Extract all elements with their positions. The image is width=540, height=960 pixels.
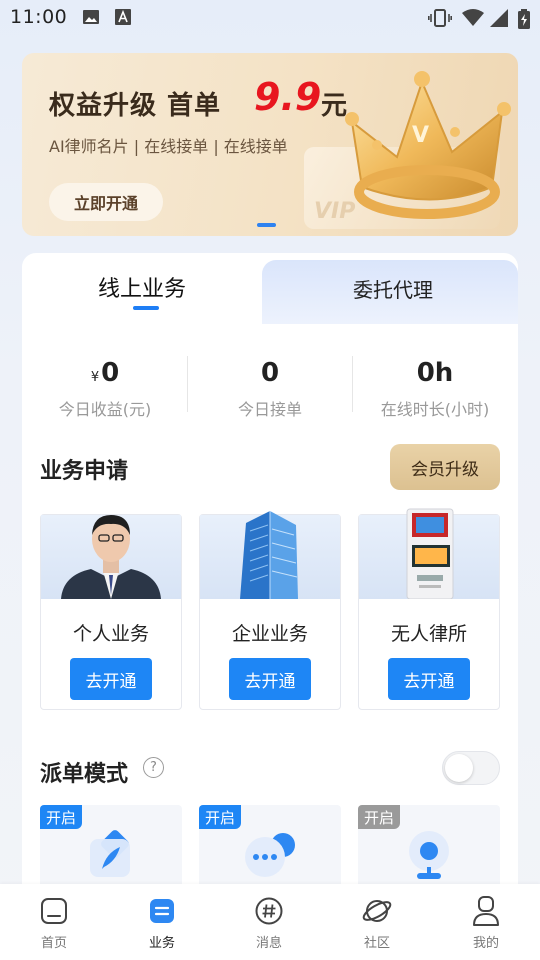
currency-symbol: ¥ [90, 370, 100, 385]
carousel-indicator [257, 223, 276, 227]
stat-label: 今日收益(元) [58, 400, 152, 419]
dispatch-section-title: 派单模式 [40, 762, 129, 787]
stat-orders: 0 今日接单 [187, 358, 353, 420]
stat-value: 0h [416, 358, 454, 388]
vibrate-icon [428, 9, 452, 31]
service-card-unmanned-firm[interactable]: 无人律所 去开通 [358, 508, 500, 710]
dispatch-mode-card[interactable]: 开启 [358, 805, 500, 895]
activate-unmanned-button[interactable]: 去开通 [388, 658, 470, 700]
stat-value: 0 [101, 358, 120, 388]
nav-label: 消息 [255, 936, 282, 951]
business-icon [122, 894, 202, 928]
nav-item-business[interactable]: 业务 [122, 894, 202, 951]
vip-upgrade-button[interactable]: 会员升级 [390, 444, 500, 490]
community-icon [337, 894, 417, 928]
profile-icon [446, 894, 526, 928]
service-card-personal[interactable]: 个人业务 去开通 [40, 514, 182, 710]
stat-online-time: 0h 在线时长(小时) [352, 358, 518, 420]
banner-price-unit: 元 [321, 91, 348, 121]
chat-bubble-icon [245, 833, 295, 877]
nav-label: 我的 [472, 936, 499, 951]
svg-text:V: V [412, 123, 429, 148]
mode-status-tag: 开启 [40, 805, 82, 829]
promo-banner[interactable]: VIP V 权益升级 首单 9.9 元 AI律师名片 | 在线接单 | 在线接单… [22, 53, 518, 236]
font-icon [115, 9, 131, 29]
stat-label: 在线时长(小时) [380, 400, 490, 419]
tab-delegation-label[interactable]: 委托代理 [353, 274, 433, 303]
activate-enterprise-button[interactable]: 去开通 [229, 658, 311, 700]
crown-icon: V [342, 67, 518, 236]
nav-label: 首页 [40, 936, 67, 951]
activate-now-button[interactable]: 立即开通 [49, 183, 163, 221]
dispatch-mode-toggle[interactable] [442, 751, 500, 785]
mode-status-tag: 开启 [358, 805, 400, 829]
banner-price: 9.9 [254, 75, 322, 119]
status-time: 11:00 [10, 6, 68, 28]
nav-label: 社区 [363, 936, 390, 951]
status-bar: 11:00 [0, 0, 540, 36]
lawyer-portrait-image [41, 515, 181, 599]
service-card-enterprise[interactable]: 企业业务 去开通 [199, 511, 341, 710]
nav-item-messages[interactable]: 消息 [229, 894, 309, 951]
banner-subtitle: AI律师名片 | 在线接单 | 在线接单 [49, 137, 288, 156]
building-image [200, 511, 340, 599]
wifi-icon [462, 9, 484, 31]
webcam-icon [409, 831, 449, 879]
activate-personal-button[interactable]: 去开通 [70, 658, 152, 700]
mode-status-tag: 开启 [199, 805, 241, 829]
stat-value: 0 [260, 358, 280, 388]
service-name: 无人律所 [390, 623, 467, 645]
kiosk-image [359, 508, 499, 599]
dispatch-mode-card[interactable]: 开启 [40, 805, 182, 895]
battery-icon [518, 9, 530, 33]
tab-active-indicator [133, 306, 159, 310]
signal-icon [490, 9, 508, 31]
stat-income: ¥0 今日收益(元) [22, 358, 188, 420]
banner-title: 权益升级 首单 [49, 91, 222, 121]
nav-item-profile[interactable]: 我的 [446, 894, 526, 951]
bottom-navigation: 首页 业务 消息 社区 我的 [0, 884, 540, 960]
message-icon [229, 894, 309, 928]
business-section-title: 业务申请 [40, 459, 129, 484]
main-card: 线上业务 委托代理 ¥0 今日收益(元) 0 今日接单 0h 在线时长(小时) … [22, 253, 518, 953]
tab-online-business[interactable]: 线上业务 [98, 271, 186, 303]
service-name: 个人业务 [72, 623, 149, 645]
home-icon [14, 894, 94, 928]
toggle-knob [445, 754, 473, 782]
help-icon[interactable]: ? [143, 757, 164, 778]
dispatch-mode-card[interactable]: 开启 [199, 805, 341, 895]
quill-icon [90, 830, 130, 877]
nav-item-community[interactable]: 社区 [337, 894, 417, 951]
service-name: 企业业务 [231, 623, 308, 645]
stat-label: 今日接单 [237, 400, 302, 419]
gallery-icon [82, 9, 100, 29]
nav-item-home[interactable]: 首页 [14, 894, 94, 951]
nav-label: 业务 [148, 936, 175, 951]
